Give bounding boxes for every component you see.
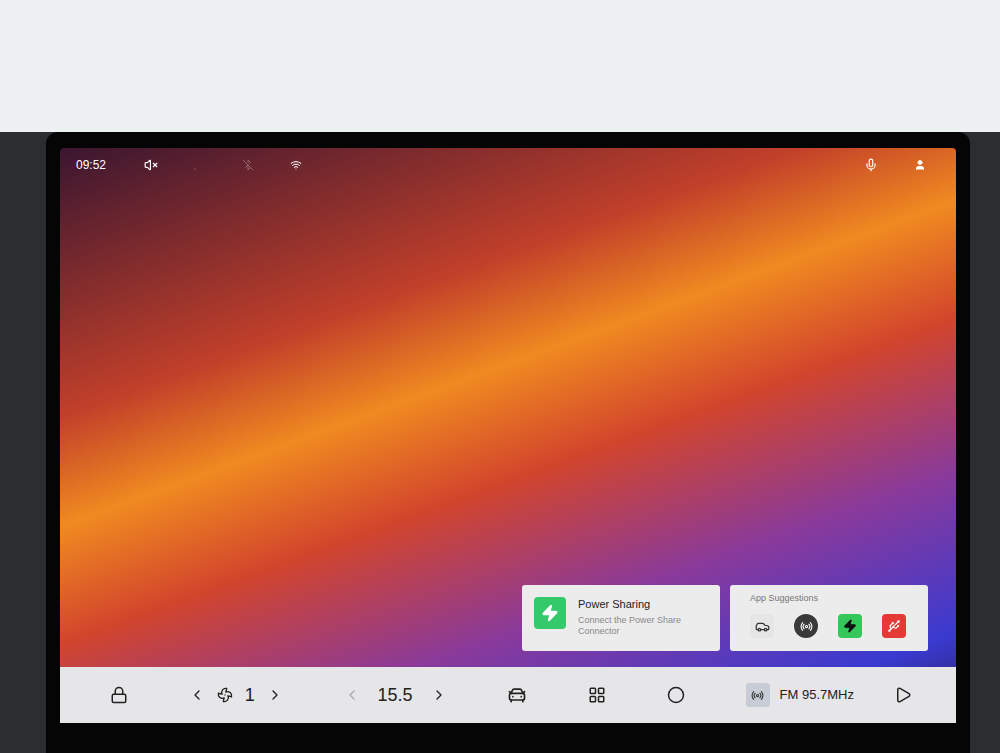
status-bar: 09:52 xyxy=(60,148,956,182)
mute-icon[interactable] xyxy=(144,158,158,172)
seat-lock-icon[interactable] xyxy=(110,686,128,704)
mic-icon[interactable] xyxy=(864,158,878,172)
app-suggestion[interactable] xyxy=(794,614,818,638)
dock-bar: 1 15.5 FM 95.7MHz xyxy=(60,667,956,723)
left-chevron-icon[interactable] xyxy=(344,687,360,703)
radio-station: FM 95.7MHz xyxy=(780,685,854,705)
right-chevron-icon[interactable] xyxy=(431,687,447,703)
power-icon xyxy=(541,604,559,622)
zap-icon xyxy=(843,619,857,633)
user-icon[interactable] xyxy=(914,159,926,171)
app-suggestion[interactable] xyxy=(838,614,862,638)
clock: 09:52 xyxy=(76,156,106,174)
fan-icon xyxy=(217,687,233,703)
usb-icon xyxy=(887,619,901,633)
fan-speed: 1 xyxy=(245,682,255,709)
app-suggestion[interactable] xyxy=(882,614,906,638)
cards-row: Power Sharing Connect the Power Share Con… xyxy=(60,585,956,667)
right-chevron-icon[interactable] xyxy=(267,687,283,703)
card-title: App Suggestions xyxy=(750,593,908,604)
no-signal-icon xyxy=(194,159,206,171)
app-suggestion[interactable] xyxy=(750,614,774,638)
power-sharing-card[interactable]: Power Sharing Connect the Power Share Con… xyxy=(522,585,720,651)
apps-grid-icon[interactable] xyxy=(588,686,606,704)
car-icon[interactable] xyxy=(507,685,527,705)
photo-frame: 09:52 Power Sharing Connect the Power Shar… xyxy=(0,0,1000,753)
card-title: Power Sharing xyxy=(578,597,708,611)
car-icon xyxy=(755,619,770,634)
temperature-control[interactable]: 15.5 xyxy=(344,682,447,709)
home-circle-icon[interactable] xyxy=(667,686,685,704)
temperature: 15.5 xyxy=(378,682,413,709)
display: 09:52 Power Sharing Connect the Power Shar… xyxy=(60,148,956,723)
card-subtitle: Connect the Power Share Connector xyxy=(578,615,708,637)
radio-icon xyxy=(800,620,813,633)
radio-player[interactable]: FM 95.7MHz xyxy=(746,683,912,707)
fan-control[interactable]: 1 xyxy=(189,682,283,709)
app-suggestions-card: App Suggestions xyxy=(730,585,928,651)
wifi-icon[interactable] xyxy=(290,159,302,171)
windshield-area xyxy=(0,0,1000,132)
dashboard: 09:52 Power Sharing Connect the Power Shar… xyxy=(0,132,1000,753)
screen-bezel: 09:52 Power Sharing Connect the Power Shar… xyxy=(46,132,970,753)
radio-icon xyxy=(751,689,764,702)
left-chevron-icon[interactable] xyxy=(189,687,205,703)
play-icon[interactable] xyxy=(894,686,912,704)
bluetooth-off-icon[interactable] xyxy=(242,159,254,171)
